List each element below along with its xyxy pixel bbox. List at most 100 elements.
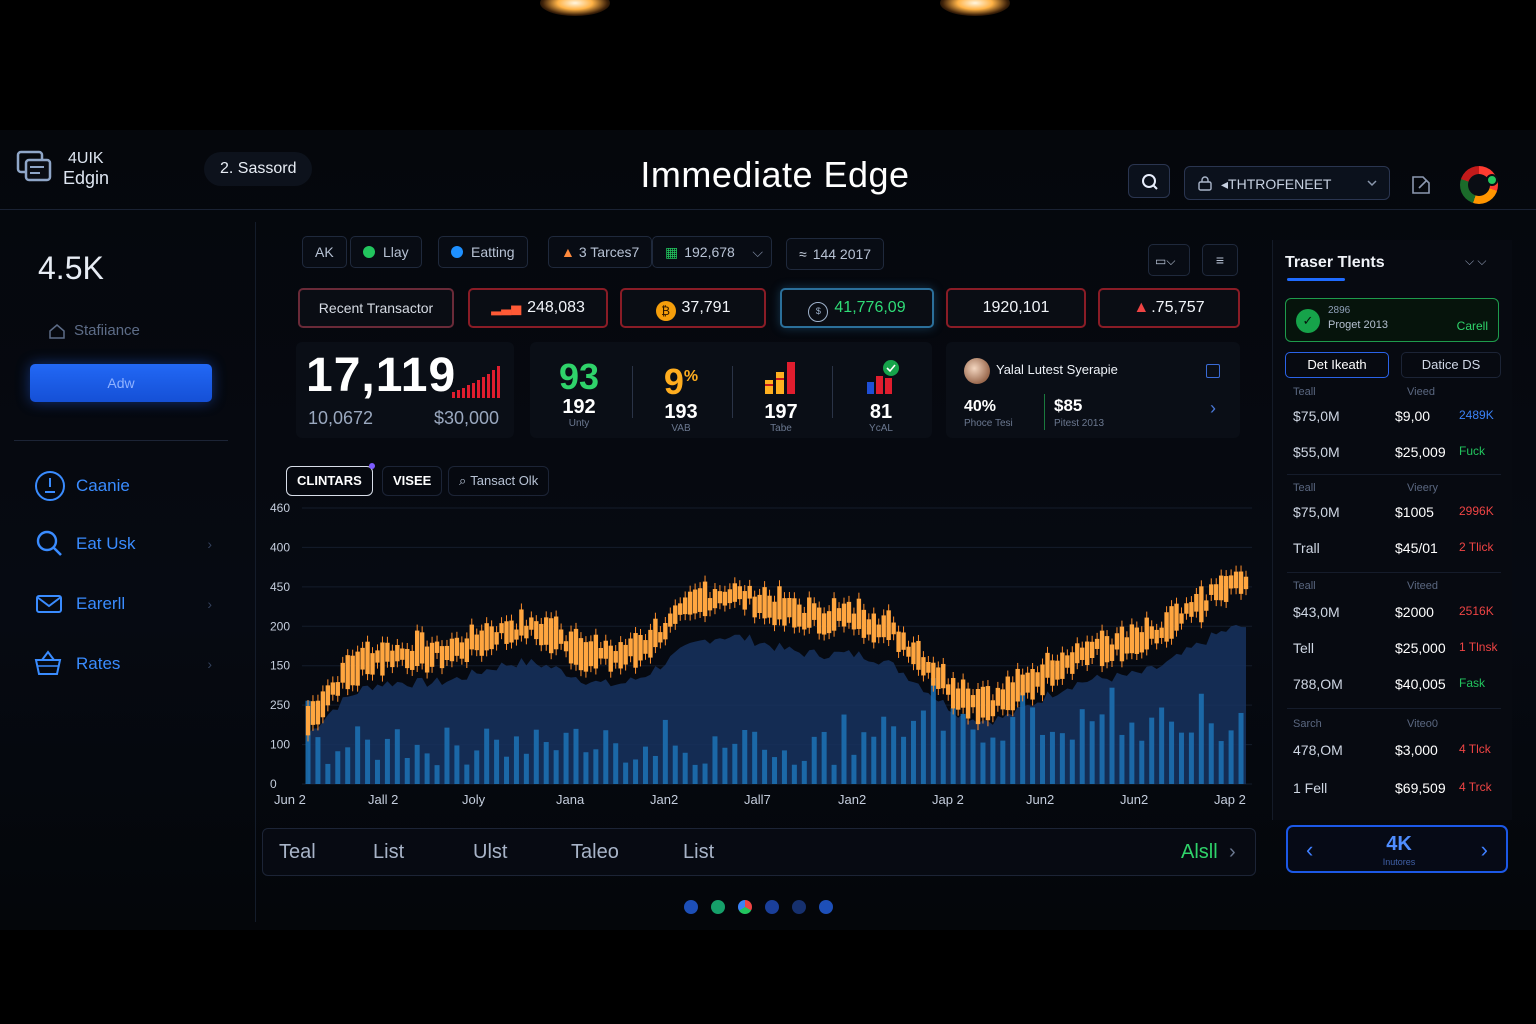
chip-tarces[interactable]: ▲ 3 Tarces7 <box>548 236 653 268</box>
item-change: 2489K <box>1459 408 1494 422</box>
sidebar-item-caanie[interactable]: Caanie <box>30 466 220 506</box>
candle <box>777 586 782 620</box>
tab-transact[interactable]: ⌕ Tansact Olk <box>448 466 550 496</box>
search-button[interactable] <box>1128 164 1170 198</box>
tab-clintars[interactable]: CLINTARS <box>286 466 373 496</box>
chip-wifi[interactable]: ≈144 2017 <box>786 238 885 270</box>
metric-number: 193 <box>664 401 698 423</box>
volume-bar <box>930 678 936 784</box>
divider <box>832 366 833 418</box>
carousel-dot[interactable] <box>819 900 833 914</box>
card-action[interactable]: Carell <box>1457 319 1488 333</box>
item-price: $2000 <box>1395 604 1434 620</box>
chip-ak[interactable]: AK <box>302 236 347 268</box>
chip-label: 3 Tarces7 <box>578 244 640 260</box>
profile-avatar <box>964 358 990 384</box>
candle <box>901 632 906 650</box>
account-dropdown[interactable]: ◂THTROFENEET <box>1184 166 1390 200</box>
volume-bar <box>970 729 976 784</box>
layout-toggle-button[interactable]: ▭⌵ <box>1148 244 1190 276</box>
recent-transactions-button[interactable]: Recent Transactor <box>298 288 454 328</box>
bottom-tab-taleo[interactable]: Taleo <box>571 841 619 864</box>
hamburger-icon: ≡ <box>1215 252 1225 268</box>
chip-llay[interactable]: Llay <box>350 236 422 268</box>
mini-bars-icon <box>452 366 500 398</box>
candle <box>896 631 901 652</box>
item-amount: $75,0M <box>1293 504 1340 520</box>
chevron-down-icon[interactable]: ⌵ ⌵ <box>1465 254 1487 269</box>
sidebar-item-earerll[interactable]: Earerll › <box>30 584 220 624</box>
chip-dropdown-192678[interactable]: ▦ 192,678 ⌵ <box>652 236 772 268</box>
sidebar-item-rates[interactable]: Rates › <box>30 644 220 684</box>
volume-bar <box>553 750 559 784</box>
volume-bar <box>623 762 629 784</box>
candle <box>529 617 534 630</box>
pager-caption: Inutores <box>1382 857 1416 867</box>
candle <box>390 650 395 668</box>
column-label: Vieery <box>1407 482 1438 494</box>
volume-bar <box>434 765 440 784</box>
carousel-dot[interactable] <box>684 900 698 914</box>
metric-caption: Unty <box>568 418 590 429</box>
carousel-dot[interactable] <box>792 900 806 914</box>
volume-bar <box>593 749 599 784</box>
volume-bar <box>1109 687 1115 784</box>
carousel-dot[interactable] <box>711 900 725 914</box>
candle <box>866 619 872 635</box>
carousel-dot-active[interactable] <box>738 900 752 914</box>
item-change: 4 Trck <box>1459 780 1492 794</box>
summary-card[interactable]: ✓ 2896 Proget 2013 Carell <box>1285 298 1499 342</box>
carousel-dot[interactable] <box>765 900 779 914</box>
add-button[interactable]: Adw <box>30 364 212 402</box>
bottom-tab-teal[interactable]: Teal <box>279 841 316 864</box>
candle <box>603 640 608 659</box>
volume-bar <box>960 713 966 784</box>
divider <box>1287 572 1501 573</box>
candle <box>375 650 380 663</box>
column-label: Teall <box>1293 482 1316 494</box>
menu-button[interactable]: ≡ <box>1202 244 1238 276</box>
warning-icon: ▲ <box>561 244 575 260</box>
tab-datice-ds[interactable]: Datice DS <box>1401 352 1501 378</box>
metric-tabe: 197 Tabe <box>736 358 826 434</box>
chevron-right-icon[interactable]: › <box>1481 837 1488 863</box>
sidebar-item-eat-usk[interactable]: Eat Usk › <box>30 524 220 564</box>
candle <box>1194 593 1199 612</box>
volume-bar <box>772 757 778 784</box>
candle <box>1109 644 1115 661</box>
bottom-tab-list-2[interactable]: List <box>683 841 714 864</box>
ceiling-lamp <box>540 0 610 16</box>
candle <box>1119 626 1125 662</box>
candle <box>544 617 549 645</box>
candle <box>802 612 807 630</box>
share-icon[interactable] <box>1410 174 1434 196</box>
volume-bar <box>523 753 529 784</box>
checkbox[interactable] <box>1206 364 1220 378</box>
bottom-tab-list[interactable]: List <box>373 841 404 864</box>
candle <box>767 595 772 618</box>
candle <box>1139 632 1144 653</box>
candle <box>1040 664 1045 696</box>
bitcoin-icon: ₿ <box>655 301 676 321</box>
candle <box>707 598 713 611</box>
bottom-tab-ulst[interactable]: Ulst <box>473 841 507 864</box>
tab-visee[interactable]: VISEE <box>382 466 443 496</box>
chip-eatting[interactable]: Eatting <box>438 236 528 268</box>
candle <box>350 655 355 686</box>
chevron-right-icon[interactable]: › <box>1210 398 1216 419</box>
view-all-link[interactable]: Alsll <box>1181 841 1218 864</box>
candle <box>911 642 916 665</box>
session-selector[interactable]: 2. Sassord <box>204 152 313 186</box>
volume-bar <box>811 736 817 784</box>
tab-det-ikeath[interactable]: Det Ikeath <box>1285 352 1389 378</box>
divider <box>632 366 633 418</box>
candle <box>1080 647 1085 660</box>
chip-label: 144 2017 <box>812 246 872 262</box>
sidebar-home-link[interactable]: Stafiiance <box>48 322 140 344</box>
price-chart[interactable]: 460 400 450 200 150 250 100 0Jun 2 Jall 2 Joly Jan… <box>262 496 1262 816</box>
volume-bar <box>1049 731 1055 784</box>
profile-panel[interactable]: Yalal Lutest Syerapie 40% Phoce Tesi $85… <box>946 342 1240 438</box>
divider <box>1287 708 1501 709</box>
volume-bar <box>424 753 430 784</box>
item-change: 2996K <box>1459 504 1494 518</box>
